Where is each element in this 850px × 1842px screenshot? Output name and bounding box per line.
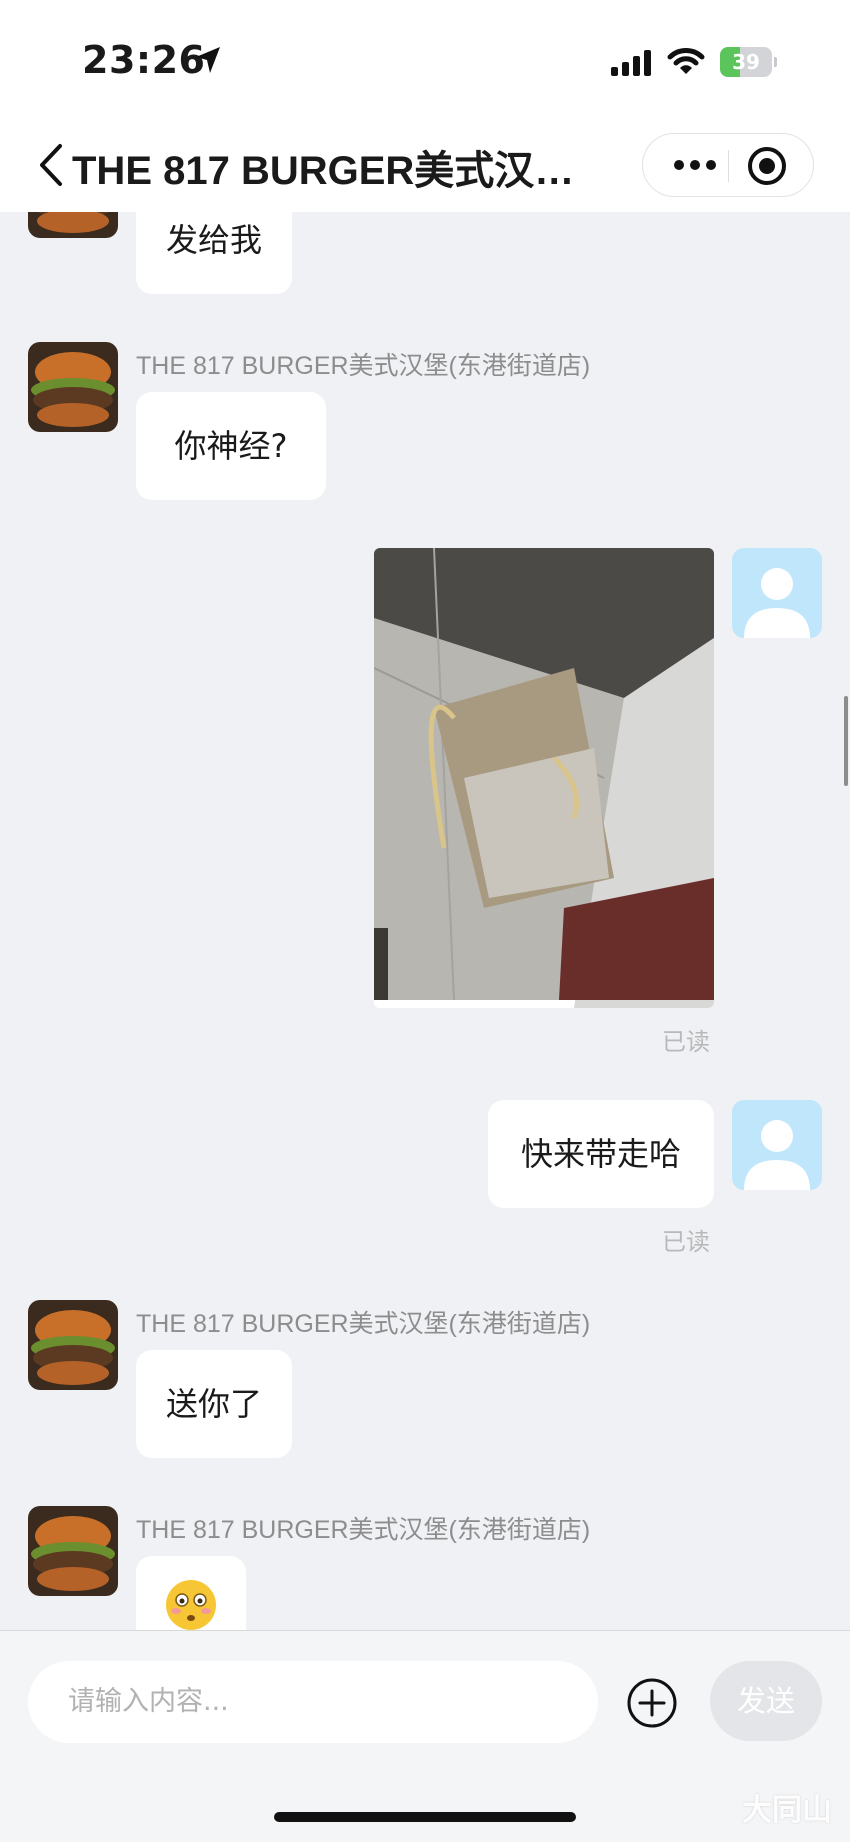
my-avatar[interactable] bbox=[732, 1100, 822, 1190]
sender-name: THE 817 BURGER美式汉堡(东港街道店) bbox=[136, 1310, 591, 1338]
battery-charging-icon: 39 bbox=[720, 47, 778, 77]
location-arrow-icon bbox=[196, 47, 220, 73]
home-indicator[interactable] bbox=[274, 1812, 576, 1822]
message-input[interactable]: 请输入内容... bbox=[28, 1661, 598, 1743]
message-bubble[interactable]: 送你了 bbox=[136, 1350, 292, 1458]
read-receipt: 已读 bbox=[662, 1028, 710, 1056]
burger-photo-icon bbox=[28, 1300, 118, 1390]
read-receipt: 已读 bbox=[662, 1228, 710, 1256]
message-bubble[interactable]: 你神经? bbox=[136, 392, 326, 500]
close-target-icon[interactable] bbox=[746, 145, 788, 187]
burger-photo-icon bbox=[28, 1506, 118, 1596]
chevron-left-icon[interactable] bbox=[34, 142, 66, 188]
sent-photo[interactable] bbox=[374, 548, 714, 1008]
cellular-signal-icon bbox=[611, 50, 651, 76]
burger-photo-icon bbox=[28, 212, 118, 238]
shop-avatar[interactable] bbox=[28, 342, 118, 432]
mini-program-capsule bbox=[642, 133, 814, 197]
my-avatar[interactable] bbox=[732, 548, 822, 638]
burger-photo-icon bbox=[28, 342, 118, 432]
message-bubble[interactable]: 快来带走哈 bbox=[488, 1100, 714, 1208]
chat-message-list[interactable]: 发给我 THE 817 BURGER美式汉堡(东港街道店) 你神经? 已读 快来… bbox=[0, 212, 850, 1630]
flushed-face-icon bbox=[166, 1580, 216, 1630]
shop-avatar[interactable] bbox=[28, 1506, 118, 1596]
message-input-bar: 请输入内容... 发送 大同山 bbox=[0, 1630, 850, 1842]
scrollbar-thumb[interactable] bbox=[844, 696, 848, 786]
shop-avatar[interactable] bbox=[28, 1300, 118, 1390]
capsule-divider bbox=[728, 150, 729, 182]
user-silhouette-icon bbox=[732, 548, 822, 638]
plus-circle-icon[interactable] bbox=[626, 1677, 678, 1729]
battery-body: 39 bbox=[720, 47, 772, 77]
emoji-bubble[interactable] bbox=[136, 1556, 246, 1630]
sender-name: THE 817 BURGER美式汉堡(东港街道店) bbox=[136, 352, 591, 380]
status-time: 23:26 bbox=[82, 38, 206, 82]
sender-name: THE 817 BURGER美式汉堡(东港街道店) bbox=[136, 1516, 591, 1544]
send-button[interactable]: 发送 bbox=[710, 1661, 822, 1741]
chat-title: THE 817 BURGER美式汉… bbox=[72, 149, 575, 193]
wifi-icon bbox=[667, 48, 705, 74]
battery-percentage: 39 bbox=[732, 50, 760, 74]
watermark: 大同山 bbox=[742, 1793, 832, 1828]
status-bar: 23:26 39 bbox=[0, 0, 850, 118]
user-silhouette-icon bbox=[732, 1100, 822, 1190]
battery-cap bbox=[774, 57, 777, 67]
message-bubble[interactable]: 发给我 bbox=[136, 212, 292, 294]
more-icon[interactable] bbox=[667, 134, 723, 196]
shop-avatar[interactable] bbox=[28, 212, 118, 238]
navigation-bar: THE 817 BURGER美式汉… bbox=[0, 118, 850, 212]
paper-bag-photo-icon bbox=[374, 548, 714, 1008]
